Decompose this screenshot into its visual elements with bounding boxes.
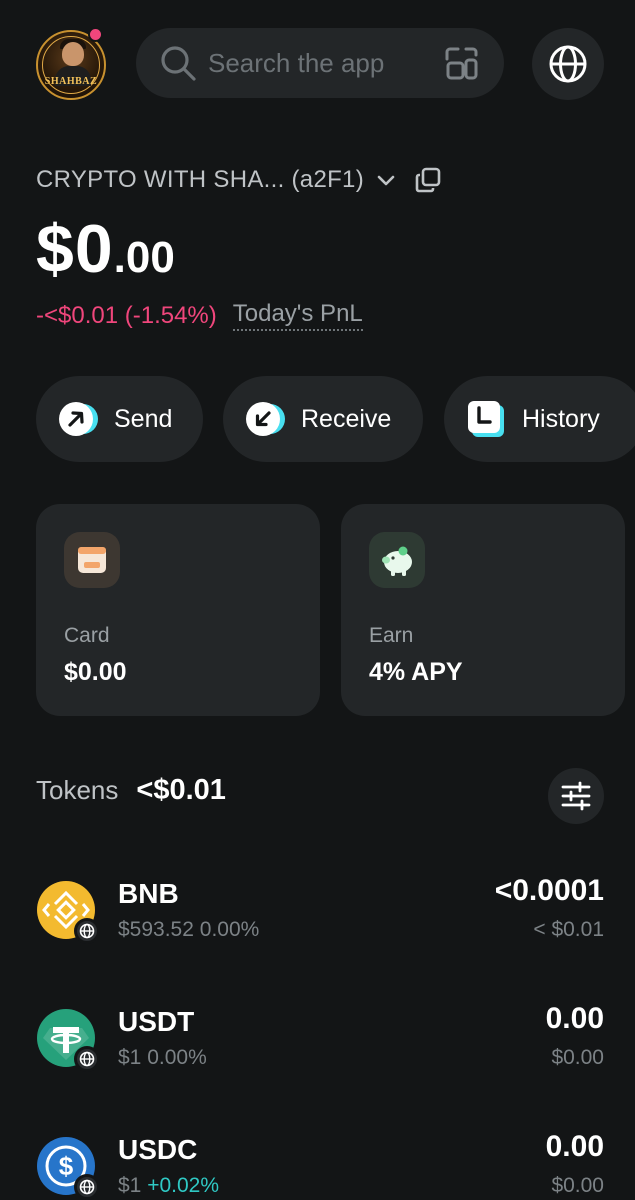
network-badge-icon bbox=[74, 1046, 100, 1072]
avatar-brand-text: SHAHBAZ bbox=[44, 76, 98, 87]
token-fiat-value: < $0.01 bbox=[533, 918, 604, 941]
scan-icon[interactable] bbox=[442, 43, 482, 83]
copy-icon[interactable] bbox=[414, 166, 442, 194]
token-price-value: $1 bbox=[118, 1046, 142, 1069]
token-row-usdt[interactable]: USDT $1 0.00% 0.00 $0.00 bbox=[36, 1002, 604, 1092]
history-button[interactable]: History bbox=[444, 376, 635, 462]
receive-button[interactable]: Receive bbox=[223, 376, 423, 462]
token-fiat-value: $0.00 bbox=[551, 1046, 604, 1069]
token-price-change: 0.00% bbox=[199, 918, 260, 941]
sliders-icon bbox=[561, 781, 591, 811]
earn-value: 4% APY bbox=[369, 658, 463, 686]
svg-text:$: $ bbox=[59, 1151, 74, 1181]
search-placeholder[interactable]: Search the app bbox=[208, 48, 442, 79]
token-price-change: 0.00% bbox=[147, 1046, 207, 1069]
token-symbol: BNB bbox=[118, 878, 179, 909]
earn-title: Earn bbox=[369, 624, 414, 647]
avatar-face bbox=[62, 42, 84, 66]
tokens-header: Tokens <$0.01 bbox=[36, 774, 226, 807]
arrow-down-left-icon bbox=[245, 399, 285, 439]
arrow-up-right-icon bbox=[58, 399, 98, 439]
history-label: History bbox=[522, 404, 600, 433]
wallet-name[interactable]: CRYPTO WITH SHA... (a2F1) bbox=[36, 166, 364, 194]
receive-label: Receive bbox=[301, 404, 392, 433]
token-amount: 0.00 bbox=[545, 1002, 604, 1035]
token-amount: 0.00 bbox=[545, 1130, 604, 1163]
piggy-bank-icon bbox=[369, 532, 425, 588]
pnl-row: -<$0.01 (-1.54%) Today's PnL bbox=[36, 300, 363, 331]
card-tile[interactable]: Card $0.00 bbox=[36, 504, 320, 716]
token-row-usdc[interactable]: $ USDC $1 +0.02% 0.00 $0.00 bbox=[36, 1130, 604, 1200]
globe-icon bbox=[549, 45, 587, 83]
search-icon bbox=[161, 46, 196, 81]
token-symbol: USDT bbox=[118, 1006, 195, 1037]
clock-icon bbox=[466, 399, 506, 439]
token-fiat-value: $0.00 bbox=[551, 1174, 604, 1197]
tokens-label: Tokens bbox=[36, 775, 119, 805]
token-price-change: +0.02% bbox=[147, 1174, 220, 1197]
token-symbol: USDC bbox=[118, 1134, 198, 1165]
network-button[interactable] bbox=[532, 28, 604, 100]
balance-whole: $0 bbox=[36, 211, 114, 287]
notification-dot bbox=[88, 27, 103, 42]
token-price-value: $593.52 bbox=[118, 918, 194, 941]
send-label: Send bbox=[114, 404, 173, 433]
wallet-card-icon bbox=[64, 532, 120, 588]
chevron-down-icon[interactable] bbox=[374, 168, 398, 192]
pnl-label-link[interactable]: Today's PnL bbox=[232, 300, 363, 331]
token-price: $1 +0.02% bbox=[118, 1174, 219, 1198]
search-bar[interactable]: Search the app bbox=[136, 28, 504, 98]
total-balance: $0 .00 bbox=[36, 210, 175, 287]
token-price: $593.52 0.00% bbox=[118, 918, 259, 942]
wallet-selector[interactable]: CRYPTO WITH SHA... (a2F1) bbox=[36, 162, 442, 198]
token-price-value: $1 bbox=[118, 1174, 142, 1197]
card-title: Card bbox=[64, 624, 110, 647]
earn-tile[interactable]: Earn 4% APY bbox=[341, 504, 625, 716]
token-amount: <0.0001 bbox=[494, 874, 604, 907]
tokens-total: <$0.01 bbox=[136, 774, 226, 806]
card-value: $0.00 bbox=[64, 658, 127, 686]
network-badge-icon bbox=[74, 918, 100, 944]
network-badge-icon bbox=[74, 1174, 100, 1200]
token-row-bnb[interactable]: BNB $593.52 0.00% <0.0001 < $0.01 bbox=[36, 874, 604, 964]
wallet-home-screen: SHAHBAZ Search the app CRYPTO WITH SHA..… bbox=[0, 0, 635, 1200]
filter-button[interactable] bbox=[548, 768, 604, 824]
send-button[interactable]: Send bbox=[36, 376, 203, 462]
token-price: $1 0.00% bbox=[118, 1046, 207, 1070]
balance-cents: .00 bbox=[113, 233, 175, 282]
pnl-value: -<$0.01 (-1.54%) bbox=[36, 301, 217, 329]
